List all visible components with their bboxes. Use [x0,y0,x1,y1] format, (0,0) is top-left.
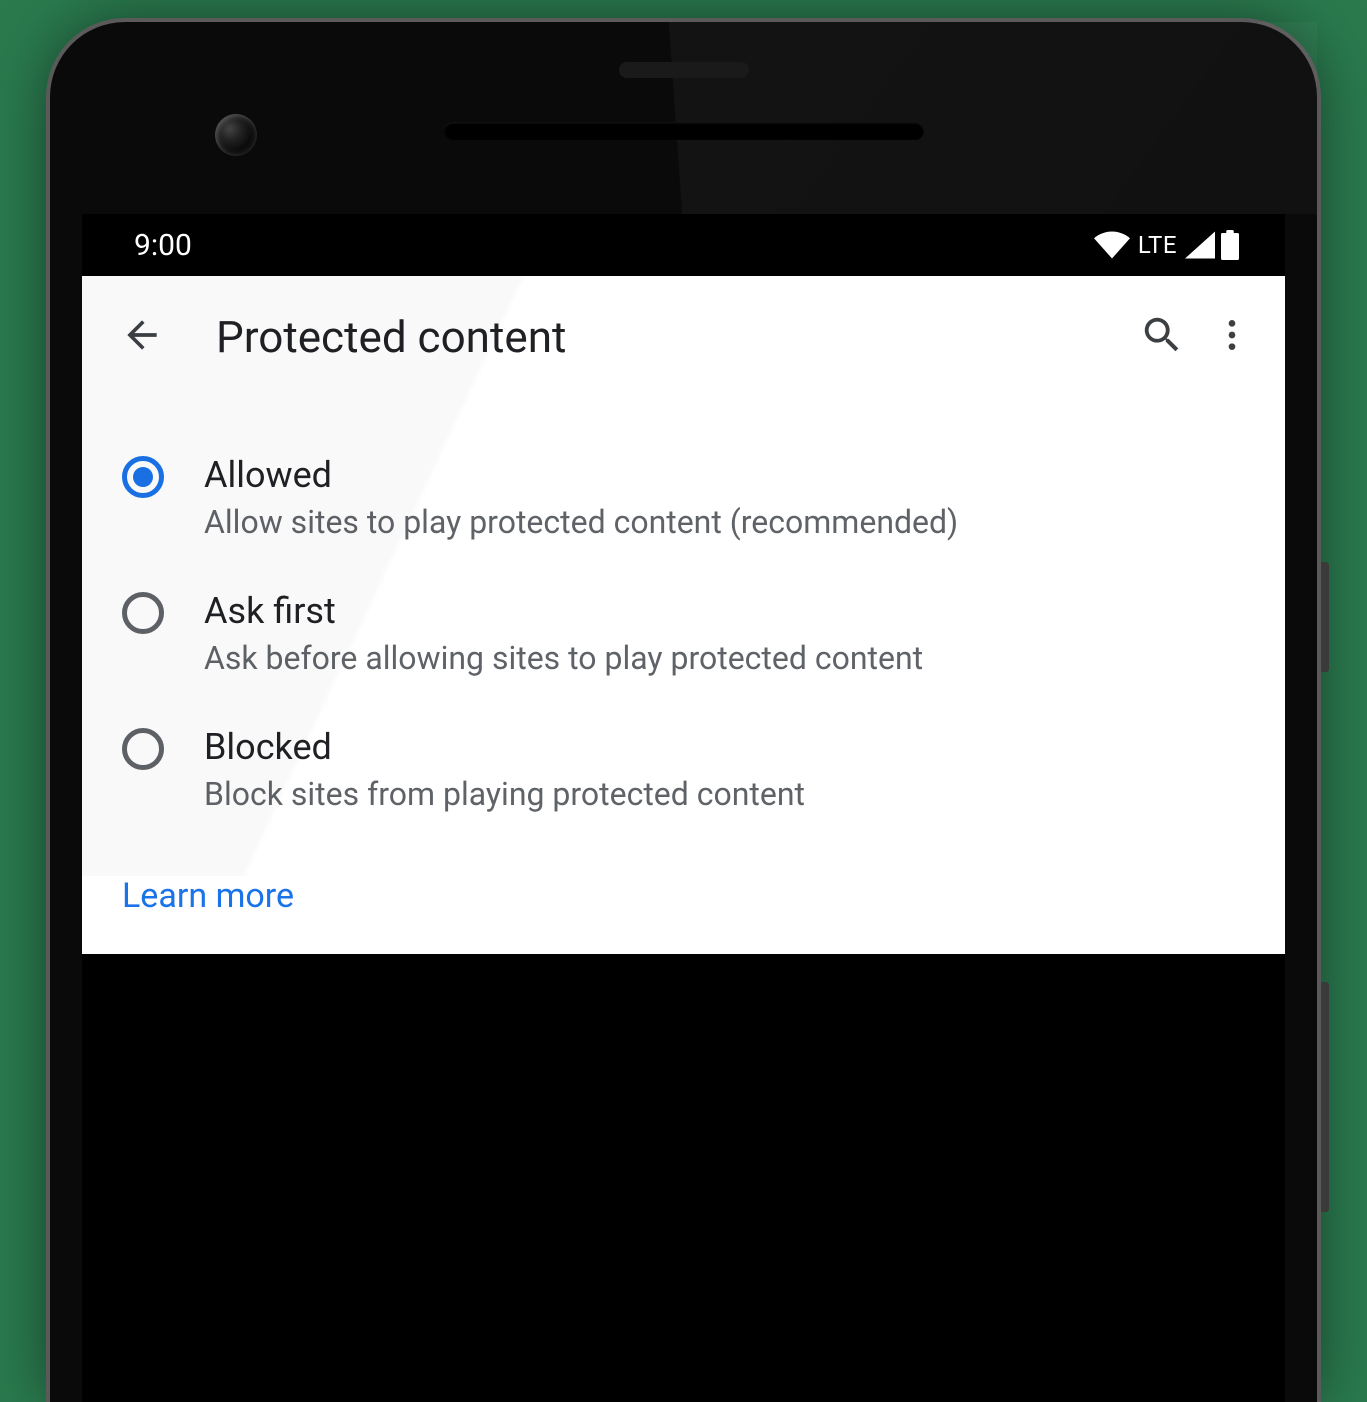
option-title: Ask first [204,588,1251,635]
status-time: 9:00 [134,228,192,263]
page-title: Protected content [216,311,1127,363]
option-description: Block sites from playing protected conte… [204,773,1251,816]
phone-side-button [1321,982,1329,1212]
signal-icon [1185,231,1215,259]
option-ask-first[interactable]: Ask first Ask before allowing sites to p… [82,566,1285,702]
radio-selected-icon [122,456,164,498]
battery-icon [1221,230,1239,260]
radio-blocked[interactable] [122,728,164,816]
back-button[interactable] [110,305,174,369]
radio-unselected-icon [122,592,164,634]
wifi-icon [1094,231,1130,259]
phone-frame: 9:00 LTE [50,22,1317,1402]
option-text: Blocked Block sites from playing protect… [204,724,1251,816]
radio-allowed[interactable] [122,456,164,544]
arrow-back-icon [120,313,164,361]
option-title: Blocked [204,724,1251,771]
radio-unselected-icon [122,728,164,770]
learn-more-link[interactable]: Learn more [82,838,334,954]
options-list: Allowed Allow sites to play protected co… [82,398,1285,838]
more-vert-icon [1212,315,1252,359]
app-content: Protected content [82,276,1285,954]
radio-ask-first[interactable] [122,592,164,680]
option-allowed[interactable]: Allowed Allow sites to play protected co… [82,430,1285,566]
status-icons: LTE [1094,230,1239,260]
more-button[interactable] [1197,302,1267,372]
search-icon [1139,312,1185,362]
option-blocked[interactable]: Blocked Block sites from playing protect… [82,702,1285,838]
phone-screen: 9:00 LTE [82,214,1285,1402]
option-title: Allowed [204,452,1251,499]
option-text: Ask first Ask before allowing sites to p… [204,588,1251,680]
app-bar: Protected content [82,276,1285,398]
option-description: Allow sites to play protected content (r… [204,501,1251,544]
network-label: LTE [1138,231,1177,259]
option-text: Allowed Allow sites to play protected co… [204,452,1251,544]
search-button[interactable] [1127,302,1197,372]
phone-side-button [1321,562,1329,672]
phone-hardware-top [50,22,1317,214]
status-bar: 9:00 LTE [82,214,1285,276]
option-description: Ask before allowing sites to play protec… [204,637,1251,680]
